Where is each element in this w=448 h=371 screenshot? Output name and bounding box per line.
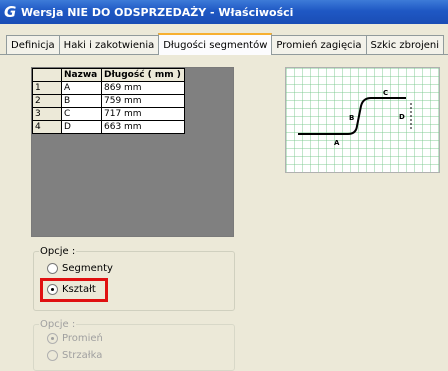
- cell-name[interactable]: B: [61, 94, 102, 108]
- segment-label-c: C: [383, 89, 388, 97]
- row-number[interactable]: 3: [32, 107, 62, 121]
- table-header-row: Nazwa Długość ( mm ): [32, 68, 185, 82]
- segment-label-b: B: [349, 114, 354, 122]
- segment-label-d: D: [399, 113, 405, 121]
- tab-strip: Definicja Haki i zakotwienia Długości se…: [0, 33, 448, 55]
- tab-szkic-zbrojenia[interactable]: Szkic zbrojeni: [365, 35, 445, 54]
- radio-icon: [47, 350, 58, 361]
- cell-length[interactable]: 869 mm: [101, 81, 185, 95]
- column-header-name[interactable]: Nazwa: [61, 68, 102, 82]
- radio-strzalka[interactable]: Strzałka: [47, 350, 102, 361]
- cell-name[interactable]: A: [61, 81, 102, 95]
- radio-icon: [47, 263, 58, 274]
- row-number[interactable]: 2: [32, 94, 62, 108]
- segment-label-a: A: [334, 139, 340, 147]
- window-title: Wersja NIE DO ODSPRZEDAŻY - Właściwości: [21, 5, 294, 19]
- cell-name[interactable]: D: [61, 120, 102, 134]
- row-number[interactable]: 4: [32, 120, 62, 134]
- table-row: 4 D 663 mm: [32, 120, 185, 134]
- tab-definicja[interactable]: Definicja: [6, 35, 60, 54]
- column-header-length[interactable]: Długość ( mm ): [101, 68, 185, 82]
- tab-haki[interactable]: Haki i zakotwienia: [58, 35, 160, 54]
- cell-length[interactable]: 717 mm: [101, 107, 185, 121]
- segments-grid: Nazwa Długość ( mm ) 1 A 869 mm 2 B 759 …: [31, 67, 234, 237]
- radio-label: Segmenty: [62, 263, 113, 274]
- options-group-2: Opcje :: [33, 319, 235, 371]
- cell-length[interactable]: 663 mm: [101, 120, 185, 134]
- table-row: 3 C 717 mm: [32, 107, 185, 121]
- corner-cell: [32, 68, 62, 82]
- table-row: 2 B 759 mm: [32, 94, 185, 108]
- bar-shape-diagram: A B C D: [298, 89, 412, 147]
- shape-preview: A B C D: [285, 67, 440, 173]
- segments-table: Nazwa Długość ( mm ) 1 A 869 mm 2 B 759 …: [32, 68, 185, 134]
- cell-name[interactable]: C: [61, 107, 102, 121]
- radio-selected-icon: [47, 333, 58, 344]
- cell-length[interactable]: 759 mm: [101, 94, 185, 108]
- radio-promien[interactable]: Promień: [47, 333, 103, 344]
- radio-label: Promień: [62, 333, 103, 344]
- options-legend: Opcje :: [40, 319, 76, 330]
- highlight-box: [40, 278, 108, 302]
- tab-dlugosci-segmentow[interactable]: Długości segmentów: [158, 33, 273, 55]
- radio-label: Strzałka: [62, 350, 103, 361]
- options-legend: Opcje :: [40, 246, 76, 257]
- table-row: 1 A 869 mm: [32, 81, 185, 95]
- row-number[interactable]: 1: [32, 81, 62, 95]
- title-bar: G Wersja NIE DO ODSPRZEDAŻY - Właściwośc…: [0, 0, 448, 24]
- radio-segmenty[interactable]: Segmenty: [47, 263, 113, 274]
- tab-promien-zagiecia[interactable]: Promień zagięcia: [271, 35, 367, 54]
- app-icon: G: [4, 3, 17, 21]
